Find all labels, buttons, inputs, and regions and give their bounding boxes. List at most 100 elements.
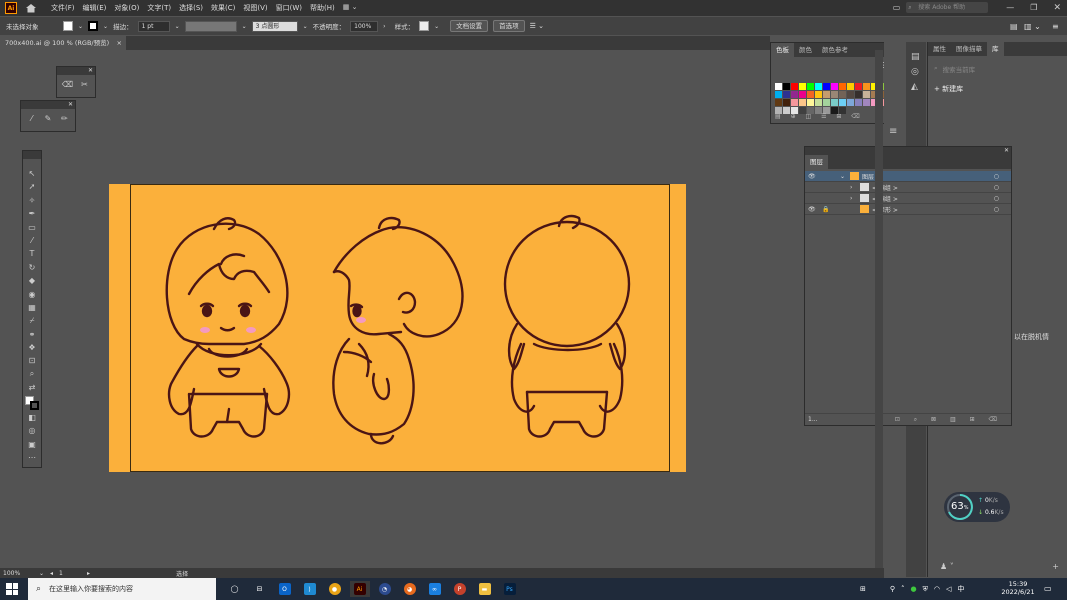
- lock-icon[interactable]: 🔒: [822, 206, 850, 213]
- close-icon[interactable]: ✕: [88, 67, 93, 74]
- menu-view[interactable]: 视图(V): [243, 3, 267, 13]
- powerpoint-app-icon[interactable]: P: [450, 581, 470, 597]
- chevron-right-icon[interactable]: ›: [850, 195, 860, 202]
- color-swatch[interactable]: [799, 91, 806, 98]
- zoom-tool-icon[interactable]: ⌕: [25, 369, 39, 380]
- tab-properties[interactable]: 属性: [928, 42, 951, 56]
- eyedropper-tool-icon[interactable]: ⌿: [25, 315, 39, 326]
- hamburger-icon[interactable]: ≡: [889, 126, 906, 137]
- menu-select[interactable]: 选择(S): [179, 3, 203, 13]
- menu-type[interactable]: 文字(T): [147, 3, 171, 13]
- layer-action-icons[interactable]: ⊡ ⌕ ⊠ ▥ ⊞ ⌫: [895, 416, 1003, 424]
- color-mode-icon[interactable]: ◧: [25, 412, 39, 423]
- tray-app-icon[interactable]: ⊞: [860, 585, 866, 593]
- vscode-app-icon[interactable]: ⟩: [300, 581, 320, 597]
- color-swatch[interactable]: [839, 83, 846, 90]
- color-swatch[interactable]: [783, 91, 790, 98]
- color-swatch[interactable]: [791, 91, 798, 98]
- tab-libraries[interactable]: 库: [987, 42, 1004, 56]
- prev-artboard-icon[interactable]: ◂: [50, 570, 53, 577]
- color-swatch[interactable]: [831, 83, 838, 90]
- color-swatch[interactable]: [863, 91, 870, 98]
- chevron-down-icon[interactable]: ⌄: [242, 23, 247, 30]
- menu-object[interactable]: 对象(O): [114, 3, 139, 13]
- color-swatch[interactable]: [783, 99, 790, 106]
- stroke-swatch[interactable]: [88, 21, 99, 31]
- workspace-switcher-icon[interactable]: ▦ ⌄: [343, 3, 358, 13]
- arrange-documents-icon[interactable]: ▭: [893, 3, 901, 12]
- color-swatch[interactable]: [847, 91, 854, 98]
- color-swatch[interactable]: [855, 99, 862, 106]
- new-library-button[interactable]: + 新建库: [934, 84, 1067, 94]
- pen-tool-icon[interactable]: ✒: [25, 208, 39, 219]
- color-swatch[interactable]: [815, 99, 822, 106]
- chevron-right-icon[interactable]: ›: [850, 184, 860, 191]
- document-setup-button[interactable]: 文档设置: [450, 20, 489, 32]
- chevron-right-icon[interactable]: ›: [383, 23, 385, 30]
- color-swatch[interactable]: [823, 91, 830, 98]
- screen-mode-icon[interactable]: ▣: [25, 439, 39, 450]
- color-swatch[interactable]: [831, 91, 838, 98]
- layer-row-rectangle[interactable]: 👁 🔒 < 矩形 > ○: [805, 204, 1011, 215]
- chevron-down-icon[interactable]: ⌄: [39, 570, 44, 577]
- volume-icon[interactable]: ◁: [946, 585, 951, 593]
- help-search-input[interactable]: ⌕ 搜索 Adobe 帮助: [906, 2, 989, 13]
- chevron-down-icon[interactable]: ⌄: [434, 23, 439, 30]
- minimize-icon[interactable]: —: [1006, 3, 1014, 12]
- target-circle-icon[interactable]: ○: [994, 206, 999, 213]
- notification-icon[interactable]: ▭: [1044, 584, 1052, 593]
- eraser-tool-icon[interactable]: ◆: [25, 275, 39, 286]
- color-swatch[interactable]: [839, 91, 846, 98]
- person-icon[interactable]: ⚲: [890, 585, 895, 593]
- tab-color-guide[interactable]: 颜色参考: [817, 43, 853, 57]
- graphic-styles-icon[interactable]: ◭: [911, 82, 926, 92]
- color-swatch[interactable]: [815, 83, 822, 90]
- color-swatch[interactable]: [775, 91, 782, 98]
- more-tools-icon[interactable]: ⋯: [25, 452, 39, 463]
- target-circle-icon[interactable]: ○: [994, 195, 999, 202]
- file-explorer-icon[interactable]: ▬: [475, 581, 495, 597]
- color-swatch[interactable]: [799, 83, 806, 90]
- menu-window[interactable]: 窗口(W): [276, 3, 302, 13]
- firefox-app-icon[interactable]: ◕: [400, 581, 420, 597]
- paintbrush-icon[interactable]: ⁄: [25, 113, 38, 124]
- properties-icon[interactable]: ▤: [911, 52, 926, 62]
- rotate-tool-icon[interactable]: ↻: [25, 262, 39, 273]
- artboard-tool-icon[interactable]: ⊡: [25, 355, 39, 366]
- illustrator-app-icon[interactable]: Ai: [349, 581, 370, 597]
- app-icon-circle[interactable]: ◔: [375, 581, 395, 597]
- chevron-up-icon[interactable]: ˄: [901, 585, 905, 593]
- arrange-icon[interactable]: ▤: [1010, 22, 1018, 31]
- color-swatch[interactable]: [807, 91, 814, 98]
- eye-icon[interactable]: 👁: [808, 206, 822, 213]
- magic-wand-tool-icon[interactable]: ✧: [25, 195, 39, 206]
- close-tab-icon[interactable]: ×: [117, 36, 122, 50]
- wifi-icon[interactable]: ◠: [934, 585, 940, 593]
- color-swatch[interactable]: [839, 99, 846, 106]
- library-search-input[interactable]: ⌕ 搜索当前库: [934, 64, 1061, 76]
- color-swatch[interactable]: [847, 99, 854, 106]
- pencil-icon[interactable]: ✏: [58, 113, 71, 124]
- appearance-icon[interactable]: ◎: [911, 67, 926, 77]
- menu-edit[interactable]: 编辑(E): [83, 3, 107, 13]
- eraser-icon[interactable]: ⌫: [61, 79, 74, 90]
- variable-width-field[interactable]: [184, 20, 237, 32]
- ime-icon[interactable]: 中: [957, 584, 964, 594]
- blob-brush-icon[interactable]: ✎: [41, 113, 54, 124]
- panel-menu-icon[interactable]: ≡: [1052, 22, 1059, 31]
- character-turnaround-artwork[interactable]: [109, 184, 686, 472]
- direct-selection-tool-icon[interactable]: ➚: [25, 181, 39, 192]
- blend-tool-icon[interactable]: ⚭: [25, 329, 39, 340]
- outlook-app-icon[interactable]: O: [275, 581, 295, 597]
- close-icon[interactable]: ✕: [1053, 3, 1061, 13]
- stroke-label[interactable]: 描边：: [113, 21, 133, 31]
- target-circle-icon[interactable]: ○: [994, 184, 999, 191]
- swap-colors-icon[interactable]: ⇄: [25, 382, 39, 393]
- chevron-down-icon[interactable]: ⌄: [840, 173, 850, 180]
- drawing-mode-icon[interactable]: ◎: [25, 425, 39, 436]
- color-swatch[interactable]: [791, 99, 798, 106]
- app-icon-infinity[interactable]: ∞: [425, 581, 445, 597]
- scissors-icon[interactable]: ✂: [78, 79, 91, 90]
- color-swatch[interactable]: [807, 99, 814, 106]
- artboard-number[interactable]: 1: [59, 570, 81, 577]
